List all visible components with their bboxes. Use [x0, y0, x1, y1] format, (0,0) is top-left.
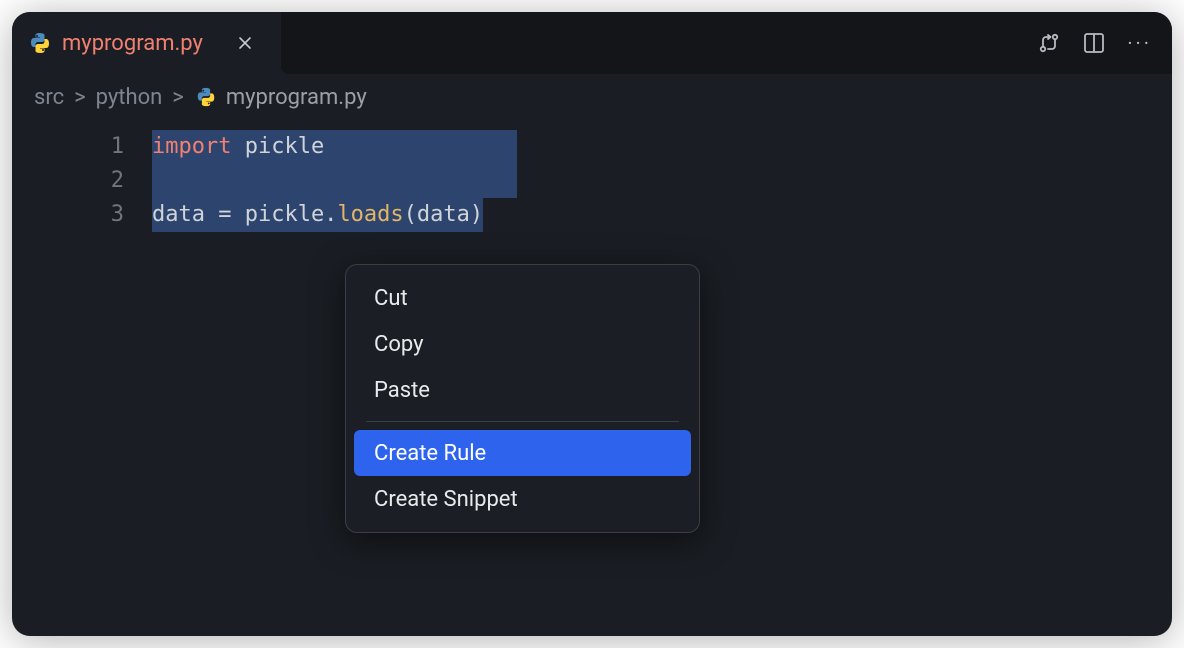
chevron-right-icon: >: [172, 85, 184, 110]
breadcrumb-item[interactable]: python: [96, 85, 163, 110]
menu-item-cut[interactable]: Cut: [354, 275, 691, 321]
code-token-func: loads: [337, 202, 403, 227]
context-menu: Cut Copy Paste Create Rule Create Snippe…: [345, 264, 700, 533]
menu-item-create-rule[interactable]: Create Rule: [354, 430, 691, 476]
file-tab[interactable]: myprogram.py: [12, 12, 273, 74]
code-line[interactable]: import pickle: [152, 130, 517, 164]
breadcrumb-file[interactable]: myprogram.py: [194, 85, 367, 110]
breadcrumb[interactable]: src > python > myprogram.py: [12, 74, 1172, 120]
menu-item-paste[interactable]: Paste: [354, 367, 691, 413]
line-number: 1: [12, 130, 124, 164]
split-editor-icon[interactable]: [1083, 32, 1105, 54]
code-token: (data): [404, 202, 483, 227]
menu-item-create-snippet[interactable]: Create Snippet: [354, 476, 691, 522]
code-line[interactable]: [152, 164, 517, 198]
line-number: 2: [12, 164, 124, 198]
breadcrumb-item[interactable]: src: [34, 85, 64, 110]
code-editor[interactable]: 1 2 3 import pickle data = pickle.loads(…: [12, 120, 1172, 232]
python-icon: [28, 31, 52, 55]
toolbar-right: ···: [1037, 12, 1152, 74]
code-area[interactable]: import pickle data = pickle.loads(data): [152, 130, 517, 232]
code-token: data = pickle.: [152, 202, 337, 227]
compare-icon[interactable]: [1037, 31, 1061, 55]
close-icon[interactable]: [233, 31, 257, 55]
python-icon: [194, 85, 218, 109]
menu-divider: [366, 421, 679, 422]
line-gutter: 1 2 3: [12, 130, 152, 232]
more-icon[interactable]: ···: [1127, 31, 1152, 55]
code-line[interactable]: data = pickle.loads(data): [152, 198, 517, 232]
menu-item-copy[interactable]: Copy: [354, 321, 691, 367]
code-token: pickle: [231, 134, 324, 159]
tab-title: myprogram.py: [62, 31, 203, 56]
line-number: 3: [12, 198, 124, 232]
editor-window: myprogram.py ···: [12, 12, 1172, 636]
code-token-keyword: import: [152, 134, 231, 159]
breadcrumb-filename: myprogram.py: [226, 85, 367, 110]
tab-bar: myprogram.py ···: [12, 12, 1172, 74]
chevron-right-icon: >: [74, 85, 86, 110]
